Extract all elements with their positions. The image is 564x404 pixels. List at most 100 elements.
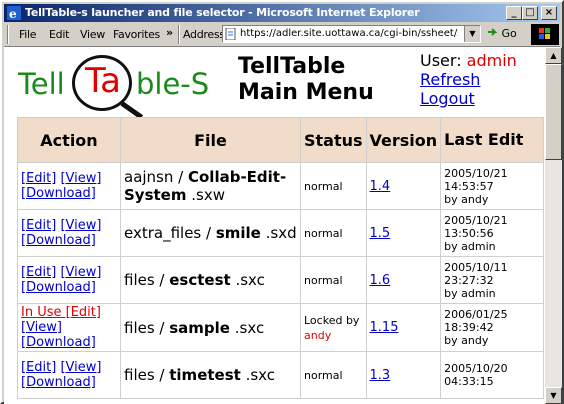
edit-time: 14:53:57 — [444, 179, 494, 193]
file-extension: .sxc — [230, 271, 265, 289]
view-link[interactable]: [View] — [60, 265, 101, 280]
toolbar-grip — [7, 25, 9, 44]
menu-edit[interactable]: Edit — [49, 28, 69, 41]
download-link[interactable]: [Download] — [21, 375, 96, 390]
view-link[interactable]: [View] — [60, 360, 101, 375]
edit-time: 23:27:32 — [444, 273, 494, 287]
version-link[interactable]: 1.6 — [365, 256, 442, 304]
status-text: normal — [304, 368, 343, 382]
last-edit-cell: 2005/10/21 13:50:56 by admin — [440, 209, 545, 257]
files-table: Action File Status Version Last Edit [Ed… — [17, 117, 545, 399]
view-link[interactable]: [View] — [60, 218, 101, 233]
file-name: sample — [169, 318, 230, 337]
close-button[interactable]: × — [541, 6, 557, 20]
go-arrow-icon — [488, 28, 498, 36]
file-folder: files / — [124, 318, 170, 337]
status-cell: normal — [300, 162, 367, 210]
action-cell: [Edit] [View] [Download] — [17, 256, 121, 304]
edit-link[interactable]: [Edit] — [21, 265, 56, 280]
minimize-button[interactable]: _ — [506, 6, 522, 20]
maximize-button[interactable]: □ — [522, 6, 538, 20]
address-input[interactable]: https://adler.site.uottawa.ca/cgi-bin/ss… — [240, 28, 458, 39]
file-folder: files / — [124, 271, 170, 289]
file-cell: files / esctest .sxc — [120, 256, 301, 304]
header-action: Action — [17, 117, 121, 163]
table-row: [Edit] [View] [Download] files / timetest … — [17, 351, 545, 399]
user-label: User: — [420, 51, 462, 70]
status-cell: normal — [300, 256, 367, 304]
view-link[interactable]: [View] — [21, 320, 62, 335]
status-cell: Locked by andy — [300, 303, 367, 352]
address-bar[interactable]: https://adler.site.uottawa.ca/cgi-bin/ss… — [222, 25, 481, 43]
file-folder: files / — [124, 366, 170, 384]
edit-link[interactable]: [Edit] — [21, 360, 56, 375]
download-link[interactable]: [Download] — [21, 335, 96, 350]
go-label: Go — [501, 27, 517, 40]
menu-overflow-chevron[interactable]: » — [166, 26, 173, 39]
table-row: [Edit] [View] [Download] extra_files / smi… — [17, 209, 545, 257]
scroll-down-button[interactable]: ▼ — [545, 387, 562, 404]
scrollbar-thumb[interactable] — [545, 64, 562, 160]
logo-text-part3: ble-S — [136, 67, 210, 101]
version-link[interactable]: 1.3 — [365, 351, 442, 399]
edit-link[interactable]: [Edit] — [21, 171, 56, 186]
action-cell: [Edit] [View] [Download] — [17, 351, 121, 399]
menu-view[interactable]: View — [80, 28, 105, 41]
download-link[interactable]: [Download] — [21, 186, 96, 201]
action-cell: [Edit] [View] [Download] — [17, 209, 121, 257]
table-row: In Use [Edit] [View] [Download] files / sam… — [17, 303, 545, 352]
edit-time: 04:33:15 — [444, 375, 494, 388]
header-status: Status — [300, 117, 367, 163]
page-title-line2: Main Menu — [238, 80, 374, 105]
title-bar[interactable]: e TellTable-s launcher and file selector… — [4, 4, 560, 22]
scroll-up-button[interactable]: ▲ — [545, 47, 562, 64]
in-use-edit-link[interactable]: In Use [Edit] — [21, 305, 101, 320]
status-text: Locked by — [304, 313, 360, 327]
download-link[interactable]: [Download] — [21, 233, 96, 248]
toolbar-separator — [178, 25, 180, 44]
vertical-scrollbar[interactable]: ▲ ▼ — [545, 47, 562, 404]
download-link[interactable]: [Download] — [21, 280, 96, 295]
telltable-logo: Tell Ta ble-S — [18, 55, 232, 120]
windows-logo-icon — [531, 24, 559, 45]
header-file: File — [120, 117, 301, 163]
edit-time: 13:50:56 — [444, 226, 494, 240]
file-extension: .sxd — [260, 224, 297, 242]
status-text: normal — [304, 273, 343, 287]
table-header-row: Action File Status Version Last Edit — [17, 117, 545, 163]
view-link[interactable]: [View] — [60, 171, 101, 186]
menu-favorites[interactable]: Favorites — [113, 28, 160, 41]
last-edit-cell: 2005/10/20 04:33:15 — [440, 351, 545, 399]
version-link[interactable]: 1.15 — [365, 303, 442, 352]
file-name: smile — [215, 224, 261, 242]
edit-date: 2005/10/21 — [444, 213, 508, 227]
edit-by: by andy — [444, 334, 489, 347]
address-label: Address — [183, 28, 225, 41]
browser-window: e TellTable-s launcher and file selector… — [0, 0, 564, 404]
go-button[interactable]: Go — [487, 27, 517, 40]
refresh-link[interactable]: Refresh — [420, 70, 517, 89]
address-dropdown-icon[interactable]: ▼ — [464, 26, 480, 42]
header-last-edit: Last Edit — [440, 117, 545, 163]
logout-link[interactable]: Logout — [420, 89, 517, 108]
page-title: TellTable Main Menu — [238, 54, 374, 106]
page-viewport: Tell Ta ble-S TellTable Main Menu User: … — [4, 47, 545, 404]
version-link[interactable]: 1.5 — [365, 209, 442, 257]
edit-by: by andy — [444, 192, 489, 206]
menu-file[interactable]: File — [19, 28, 37, 41]
file-extension: .sxw — [186, 186, 225, 204]
version-link[interactable]: 1.4 — [365, 162, 442, 210]
status-cell: normal — [300, 351, 367, 399]
file-name: timetest — [169, 366, 241, 384]
locked-by-user: andy — [304, 328, 332, 342]
status-text: normal — [304, 226, 343, 240]
page-icon — [225, 28, 236, 40]
last-edit-cell: 2005/10/21 14:53:57 by andy — [440, 162, 545, 210]
edit-link[interactable]: [Edit] — [21, 218, 56, 233]
edit-by: by admin — [444, 286, 496, 300]
table-row: [Edit] [View] [Download] files / esctest .… — [17, 256, 545, 304]
file-cell: extra_files / smile .sxd — [120, 209, 301, 257]
file-folder: aajnsn / — [124, 168, 188, 186]
table-row: [Edit] [View] [Download] aajnsn / Collab-E… — [17, 162, 545, 210]
action-cell: [Edit] [View] [Download] — [17, 162, 121, 210]
